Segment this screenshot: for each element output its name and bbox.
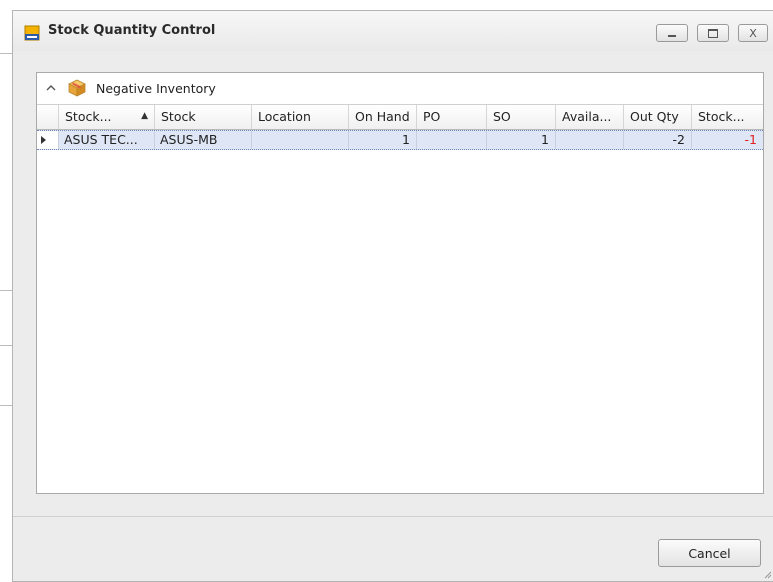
cell-stock-code[interactable]: ASUS TEC...	[59, 131, 155, 149]
cell-out-qty[interactable]: -2	[624, 131, 692, 149]
column-header-po[interactable]: PO	[417, 105, 487, 129]
background-divider	[0, 53, 12, 54]
background-divider	[0, 345, 12, 346]
grid-header: Stock... ▲ Stock Location On Hand PO SO	[37, 104, 763, 130]
maximize-button[interactable]	[697, 24, 729, 42]
footer-divider	[13, 516, 773, 517]
column-header-stock-balance[interactable]: Stock...	[692, 105, 763, 129]
table-row[interactable]: ASUS TEC... ASUS-MB 1 1 -2 -1	[37, 130, 763, 150]
close-icon: X	[749, 26, 757, 40]
group-header[interactable]: Negative Inventory	[37, 73, 763, 105]
cell-so[interactable]: 1	[487, 131, 556, 149]
cell-stock[interactable]: ASUS-MB	[155, 131, 252, 149]
box-icon	[68, 79, 86, 97]
inventory-grid: Stock... ▲ Stock Location On Hand PO SO	[37, 104, 763, 150]
background-divider	[0, 290, 12, 291]
row-indicator-header	[37, 105, 59, 129]
column-header-stock-code[interactable]: Stock... ▲	[59, 105, 155, 129]
cell-po[interactable]	[417, 131, 487, 149]
app-icon	[24, 25, 40, 41]
cancel-button[interactable]: Cancel	[658, 539, 761, 567]
current-row-arrow-icon	[41, 136, 46, 144]
column-header-stock[interactable]: Stock	[155, 105, 252, 129]
title-bar[interactable]: Stock Quantity Control X	[13, 11, 773, 51]
group-title: Negative Inventory	[96, 81, 216, 96]
sort-ascending-icon: ▲	[141, 111, 148, 121]
background-divider	[0, 405, 12, 406]
minimize-button[interactable]	[656, 24, 688, 42]
negative-inventory-group: Negative Inventory Stock... ▲ Stock Loca…	[36, 72, 764, 494]
cell-available[interactable]	[556, 131, 624, 149]
close-button[interactable]: X	[738, 24, 768, 42]
cell-stock-balance[interactable]: -1	[692, 131, 763, 149]
maximize-icon	[708, 28, 718, 38]
chevron-up-icon[interactable]	[45, 82, 57, 94]
column-header-location[interactable]: Location	[252, 105, 349, 129]
column-header-available[interactable]: Availa...	[556, 105, 624, 129]
window-title: Stock Quantity Control	[48, 23, 216, 38]
column-header-on-hand[interactable]: On Hand	[349, 105, 417, 129]
resize-grip-icon[interactable]	[762, 569, 772, 579]
minimize-icon	[668, 35, 676, 37]
column-header-out-qty[interactable]: Out Qty	[624, 105, 692, 129]
cell-location[interactable]	[252, 131, 349, 149]
stock-quantity-control-dialog: Stock Quantity Control X Negative Invent…	[12, 10, 773, 582]
row-indicator[interactable]	[37, 131, 59, 149]
column-header-so[interactable]: SO	[487, 105, 556, 129]
cell-on-hand[interactable]: 1	[349, 131, 417, 149]
